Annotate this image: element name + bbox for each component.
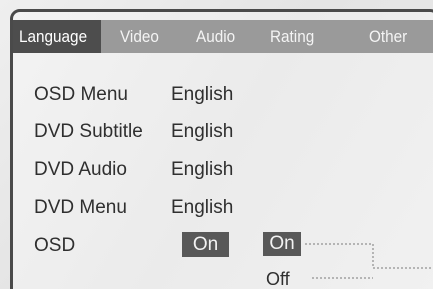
screen: Language Video Audio Rating Other OSD Me… bbox=[0, 0, 433, 289]
setting-value-dvd-audio[interactable]: English bbox=[171, 158, 233, 182]
setting-value-dvd-subtitle[interactable]: English bbox=[171, 120, 233, 144]
setting-label-osd-menu: OSD Menu bbox=[34, 84, 128, 105]
setting-label-osd: OSD bbox=[34, 235, 76, 256]
setting-label-dvd-audio: DVD Audio bbox=[34, 159, 127, 180]
tab-video[interactable]: Video bbox=[120, 20, 159, 53]
tab-rating[interactable]: Rating bbox=[270, 20, 314, 53]
tab-language[interactable]: Language bbox=[13, 20, 101, 53]
tab-bar: Language Video Audio Rating Other bbox=[13, 20, 433, 53]
tab-other[interactable]: Other bbox=[369, 20, 407, 53]
osd-option-on[interactable]: On bbox=[263, 232, 301, 256]
osd-option-off[interactable]: Off bbox=[266, 268, 290, 289]
osd-current-value[interactable]: On bbox=[182, 232, 229, 257]
tab-audio[interactable]: Audio bbox=[196, 20, 235, 53]
setting-label-dvd-subtitle: DVD Subtitle bbox=[34, 121, 143, 142]
setting-value-dvd-menu[interactable]: English bbox=[171, 196, 233, 220]
setting-label-dvd-menu: DVD Menu bbox=[34, 197, 127, 218]
setting-value-osd-menu[interactable]: English bbox=[171, 83, 233, 107]
